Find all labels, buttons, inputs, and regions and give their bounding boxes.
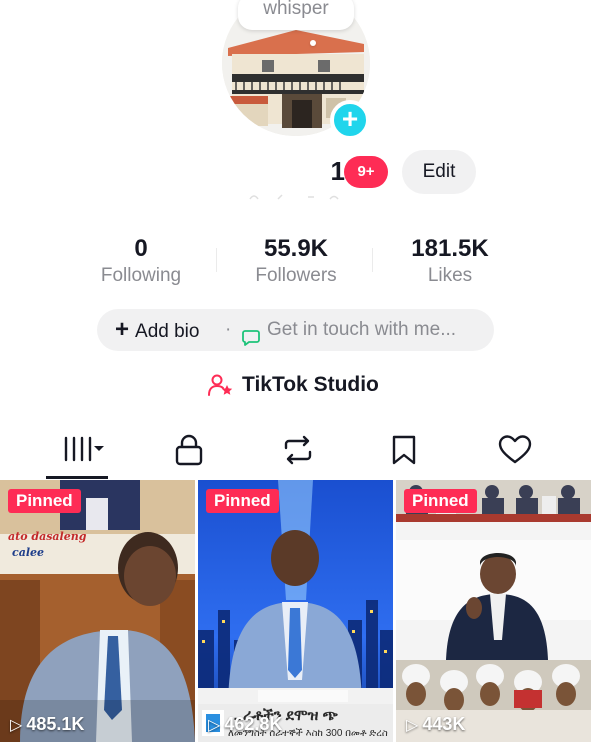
heart-icon xyxy=(498,435,532,464)
video-1-overlay-text: ato dasaleng xyxy=(8,530,87,543)
pinned-badge: Pinned xyxy=(404,489,477,513)
active-tab-indicator xyxy=(46,476,108,479)
video-2-views: 462.8K xyxy=(224,714,283,734)
studio-label: TikTok Studio xyxy=(242,373,379,396)
play-icon: ▷ xyxy=(10,717,23,734)
video-grid: ato dasaleng calee Pinned ▷ 485.1K Pinne… xyxy=(0,480,591,742)
profile-avatar-area: whisper + xyxy=(222,0,370,140)
repost-icon xyxy=(284,435,312,465)
bookmark-icon xyxy=(392,435,416,465)
video-3-image xyxy=(396,480,591,742)
studio-person-star-icon xyxy=(208,373,234,406)
video-views: ▷ 485.1K xyxy=(10,714,84,735)
get-in-touch-button[interactable]: Get in touch with me... xyxy=(267,309,456,351)
notification-badge[interactable]: 9+ xyxy=(344,156,388,188)
pinned-badge: Pinned xyxy=(206,489,279,513)
stat-likes-value: 181.5K xyxy=(411,235,489,262)
add-bio-label: Add bio xyxy=(135,321,200,342)
video-thumbnail-1[interactable]: ato dasaleng calee Pinned ▷ 485.1K xyxy=(0,480,195,742)
add-bio-button[interactable]: + Add bio xyxy=(115,309,199,353)
stat-following-value: 0 xyxy=(134,235,148,262)
video-thumbnail-2[interactable]: Pinned …ራቶችን ደሞዝ ጭ ለመንግስት ሰራተኞች እስከ 300 … xyxy=(198,480,393,742)
grid-icon xyxy=(64,436,104,462)
username-row: 1 xyxy=(0,148,591,196)
video-1-overlay-text-2: calee xyxy=(12,546,45,559)
stat-divider xyxy=(372,248,373,272)
stat-followers-value: 55.9K xyxy=(263,235,329,262)
username-redaction xyxy=(205,156,315,186)
stat-likes-label: Likes xyxy=(427,265,473,286)
stat-divider xyxy=(216,248,217,272)
profile-tabs xyxy=(0,420,591,480)
video-views: ▷ 443K xyxy=(406,714,465,735)
play-icon: ▷ xyxy=(406,717,419,734)
profile-stats: 0 Following 55.9K Followers 181.5K Likes xyxy=(0,234,591,290)
stat-followers-label: Followers xyxy=(255,265,337,286)
edit-profile-button[interactable]: Edit xyxy=(402,150,476,194)
handle-blurred xyxy=(248,193,344,201)
tab-favorites[interactable] xyxy=(376,430,432,470)
stat-following[interactable]: 0 Following xyxy=(66,234,216,288)
tab-reposts[interactable] xyxy=(268,430,324,470)
video-thumbnail-3[interactable]: Pinned ▷ 443K xyxy=(396,480,591,742)
video-views: ▷ 462.8K xyxy=(208,714,282,735)
bio-separator: · xyxy=(225,319,232,340)
tab-liked[interactable] xyxy=(484,430,540,470)
note-bubble-tail xyxy=(310,40,316,46)
video-2-image xyxy=(198,480,393,742)
video-1-image xyxy=(0,480,195,742)
note-bubble[interactable]: whisper xyxy=(238,0,354,30)
stat-likes[interactable]: 181.5K Likes xyxy=(375,234,525,288)
add-story-plus-icon[interactable]: + xyxy=(330,100,370,140)
tab-private[interactable] xyxy=(160,430,216,470)
bio-pill: + Add bio · Get in touch with me... xyxy=(97,309,494,351)
plus-icon: + xyxy=(115,316,130,343)
tab-videos[interactable] xyxy=(50,430,106,470)
video-1-views: 485.1K xyxy=(26,714,85,734)
message-bubble-icon xyxy=(242,321,260,363)
lock-icon xyxy=(175,434,203,466)
stat-followers[interactable]: 55.9K Followers xyxy=(221,234,371,288)
stat-following-label: Following xyxy=(100,265,182,286)
play-icon: ▷ xyxy=(208,717,221,734)
pinned-badge: Pinned xyxy=(8,489,81,513)
video-3-views: 443K xyxy=(422,714,466,734)
